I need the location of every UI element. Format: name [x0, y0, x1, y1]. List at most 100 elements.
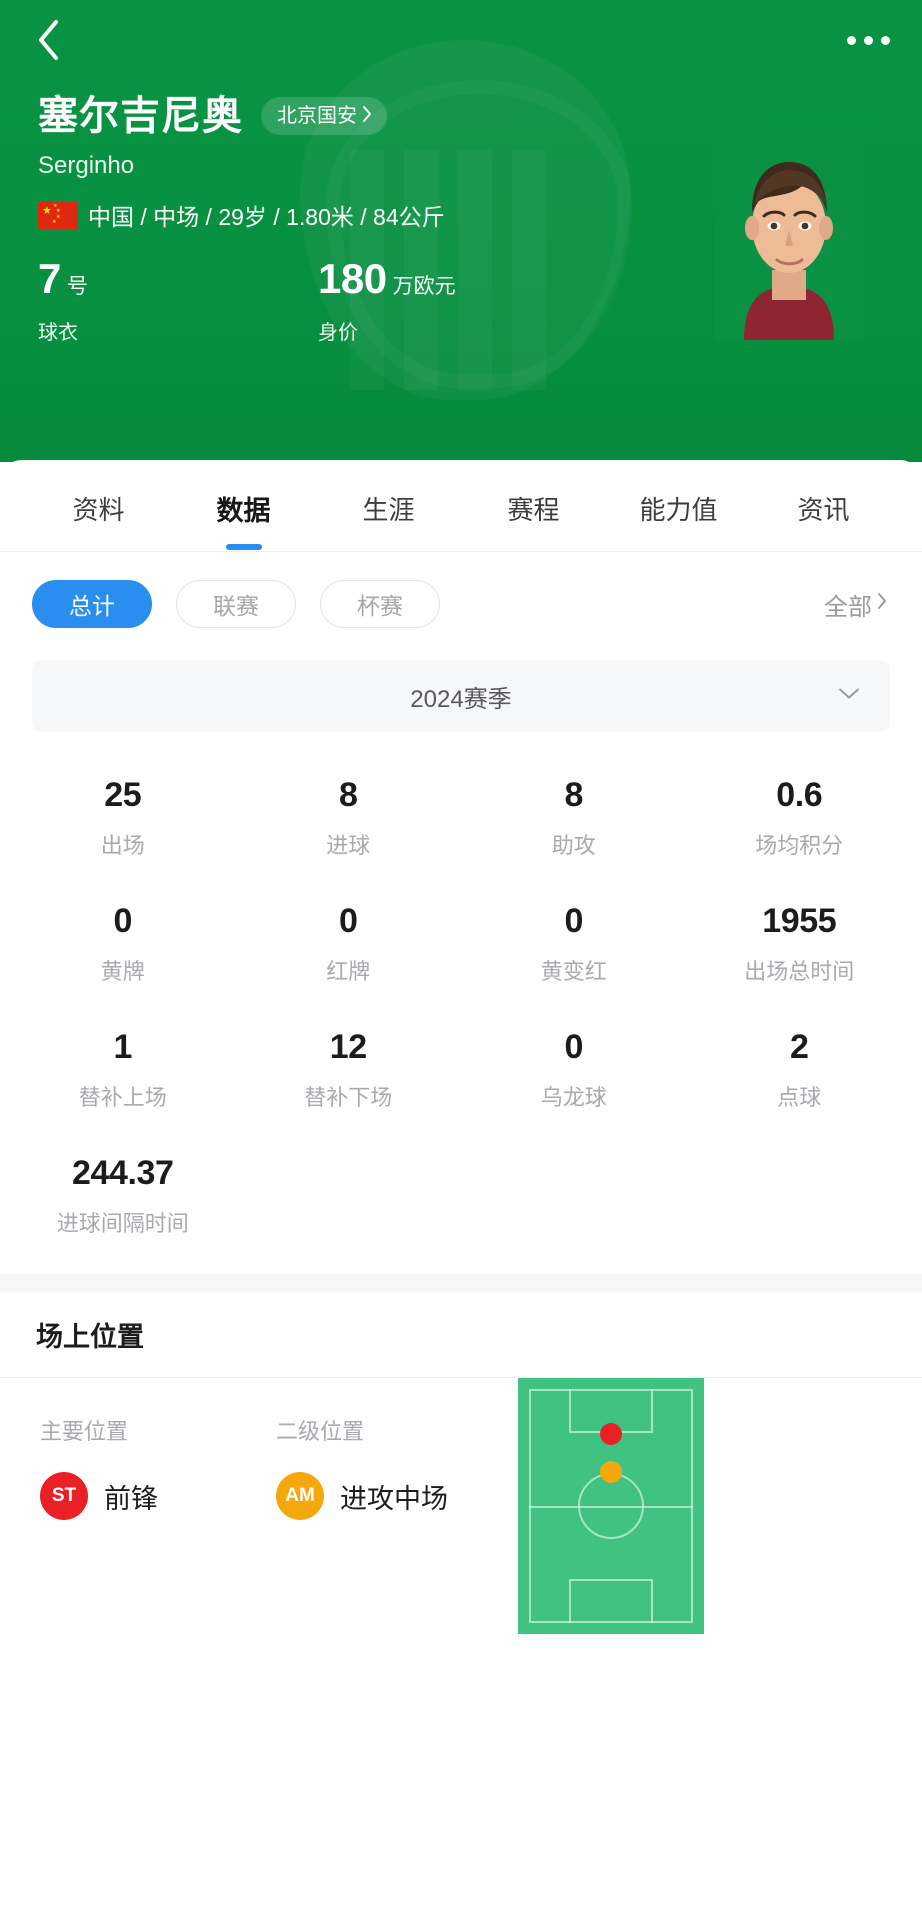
- more-horizontal-icon: [880, 35, 890, 45]
- pitch-secondary-position-dot: [600, 1461, 622, 1483]
- stat-label: 出场总时间: [744, 959, 855, 984]
- player-name-en: Serginho: [38, 152, 135, 179]
- team-link-pill[interactable]: 北京国安: [261, 97, 387, 135]
- section-divider: [0, 1274, 922, 1292]
- primary-position-badge: ST: [40, 1472, 88, 1520]
- player-header: 塞尔吉尼奥 北京国安 Serginho ★ ★ ★ ★ ★ 中国 / 中场 / 29岁…: [0, 0, 922, 462]
- stat-cell-empty: [687, 1134, 913, 1260]
- pitch-penalty-box-bottom: [569, 1579, 653, 1623]
- filter-chip-league[interactable]: 联赛: [176, 580, 296, 628]
- jersey-kpi-label: 球衣: [38, 322, 78, 344]
- view-all-label: 全部: [824, 593, 872, 621]
- top-navbar: [0, 0, 922, 80]
- stat-value: 12: [329, 1028, 367, 1066]
- stat-value: 0: [564, 1028, 583, 1066]
- stat-cell: 1 替补上场: [10, 1008, 236, 1134]
- statistics-grid: 25 出场 8 进球 8 助攻 0.6 场均积分 0 黄牌 0 红牌 0 黄变红…: [0, 756, 922, 1260]
- more-horizontal-icon: [863, 35, 873, 45]
- player-name-row: 塞尔吉尼奥 北京国安: [38, 96, 387, 136]
- filter-chip-total[interactable]: 总计: [32, 580, 152, 628]
- stat-label: 替补下场: [304, 1085, 393, 1110]
- stat-cell: 0 黄变红: [461, 882, 687, 1008]
- chevron-right-icon: [876, 590, 888, 619]
- primary-position-value: ST 前锋: [40, 1472, 158, 1520]
- stat-value: 0: [113, 902, 132, 940]
- pitch-primary-position-dot: [600, 1423, 622, 1445]
- stat-value: 0.6: [776, 776, 823, 814]
- player-portrait: [714, 140, 864, 340]
- season-label: 2024赛季: [410, 685, 512, 713]
- market-value-number: 180: [318, 255, 387, 302]
- jersey-number: 7: [38, 255, 61, 302]
- player-meta-text: 中国 / 中场 / 29岁 / 1.80米 / 84公斤: [88, 204, 445, 230]
- stat-cell: 25 出场: [10, 756, 236, 882]
- primary-position-block: 主要位置 ST 前锋: [40, 1414, 158, 1520]
- china-flag-icon: ★ ★ ★ ★ ★: [38, 201, 78, 229]
- stat-label: 黄变红: [540, 959, 607, 984]
- view-all-link[interactable]: 全部: [824, 587, 890, 622]
- tab-shengya[interactable]: 生涯: [316, 484, 461, 527]
- stat-label: 点球: [777, 1085, 822, 1110]
- secondary-position-name: 进攻中场: [340, 1483, 448, 1514]
- player-name-cn: 塞尔吉尼奥: [38, 94, 243, 138]
- position-section-title: 场上位置: [0, 1292, 922, 1378]
- competition-filter-row: 总计 联赛 杯赛 全部: [0, 552, 922, 656]
- tab-ziliao[interactable]: 资料: [26, 484, 171, 527]
- stat-cell: 2 点球: [687, 1008, 913, 1134]
- secondary-position-badge: AM: [276, 1472, 324, 1520]
- pitch-diagram: [518, 1378, 704, 1634]
- stat-value: 8: [338, 776, 358, 814]
- stat-cell: 12 替补下场: [236, 1008, 462, 1134]
- season-selector[interactable]: 2024赛季: [32, 660, 890, 732]
- stat-label: 乌龙球: [540, 1085, 607, 1110]
- stat-value: 0: [338, 902, 358, 940]
- stat-label: 进球间隔时间: [56, 1211, 189, 1236]
- tab-nenglizhi[interactable]: 能力值: [606, 484, 751, 527]
- stat-cell: 244.37 进球间隔时间: [10, 1134, 236, 1260]
- player-meta-row: ★ ★ ★ ★ ★ 中国 / 中场 / 29岁 / 1.80米 / 84公斤: [38, 198, 445, 232]
- content-sheet: 资料 数据 生涯 赛程 能力值 资讯 总计 联赛 杯赛 全部 2024赛季 25…: [0, 460, 922, 1920]
- stat-label: 黄牌: [100, 959, 145, 984]
- tab-bar: 资料 数据 生涯 赛程 能力值 资讯: [0, 460, 922, 552]
- tab-zixun[interactable]: 资讯: [751, 484, 896, 527]
- stat-cell: 1955 出场总时间: [687, 882, 913, 1008]
- stat-value: 244.37: [71, 1154, 174, 1192]
- stat-cell: 0 红牌: [236, 882, 462, 1008]
- secondary-position-block: 二级位置 AM 进攻中场: [276, 1414, 448, 1520]
- chevron-down-icon: [836, 686, 862, 707]
- primary-position-label: 主要位置: [40, 1419, 129, 1444]
- stat-label: 助攻: [551, 833, 596, 858]
- stat-cell-empty: [461, 1134, 687, 1260]
- stat-value: 25: [104, 776, 142, 814]
- more-options-button[interactable]: [836, 20, 900, 60]
- chevron-left-icon: [35, 18, 61, 62]
- stat-value: 0: [564, 902, 583, 940]
- secondary-position-label: 二级位置: [276, 1419, 365, 1444]
- tab-saicheng[interactable]: 赛程: [461, 484, 606, 527]
- jersey-number-unit: 号: [66, 275, 88, 298]
- stat-cell: 0 黄牌: [10, 882, 236, 1008]
- team-name-label: 北京国安: [277, 105, 357, 127]
- market-value-unit: 万欧元: [392, 275, 456, 298]
- stat-value: 8: [564, 776, 583, 814]
- jersey-kpi: 7号 球衣: [38, 258, 88, 345]
- stat-label: 替补上场: [78, 1085, 167, 1110]
- stat-value: 1955: [762, 902, 837, 940]
- position-section-body: 主要位置 ST 前锋 二级位置 AM 进攻中场: [0, 1378, 922, 1678]
- stat-cell: 8 进球: [236, 756, 462, 882]
- market-value-kpi-label: 身价: [318, 322, 358, 344]
- stat-value: 2: [789, 1028, 809, 1066]
- market-value-kpi: 180 万欧元 身价: [318, 258, 456, 345]
- stat-cell: 0.6 场均积分: [687, 756, 913, 882]
- stat-label: 进球: [326, 833, 371, 858]
- stat-label: 红牌: [326, 959, 371, 984]
- filter-chip-cup[interactable]: 杯赛: [320, 580, 440, 628]
- tab-shuju[interactable]: 数据: [171, 483, 316, 528]
- stat-cell-empty: [236, 1134, 462, 1260]
- primary-position-name: 前锋: [104, 1483, 158, 1514]
- stat-cell: 0 乌龙球: [461, 1008, 687, 1134]
- stat-label: 出场: [100, 833, 145, 858]
- secondary-position-value: AM 进攻中场: [276, 1472, 448, 1520]
- back-button[interactable]: [22, 14, 74, 66]
- stat-value: 1: [113, 1028, 132, 1066]
